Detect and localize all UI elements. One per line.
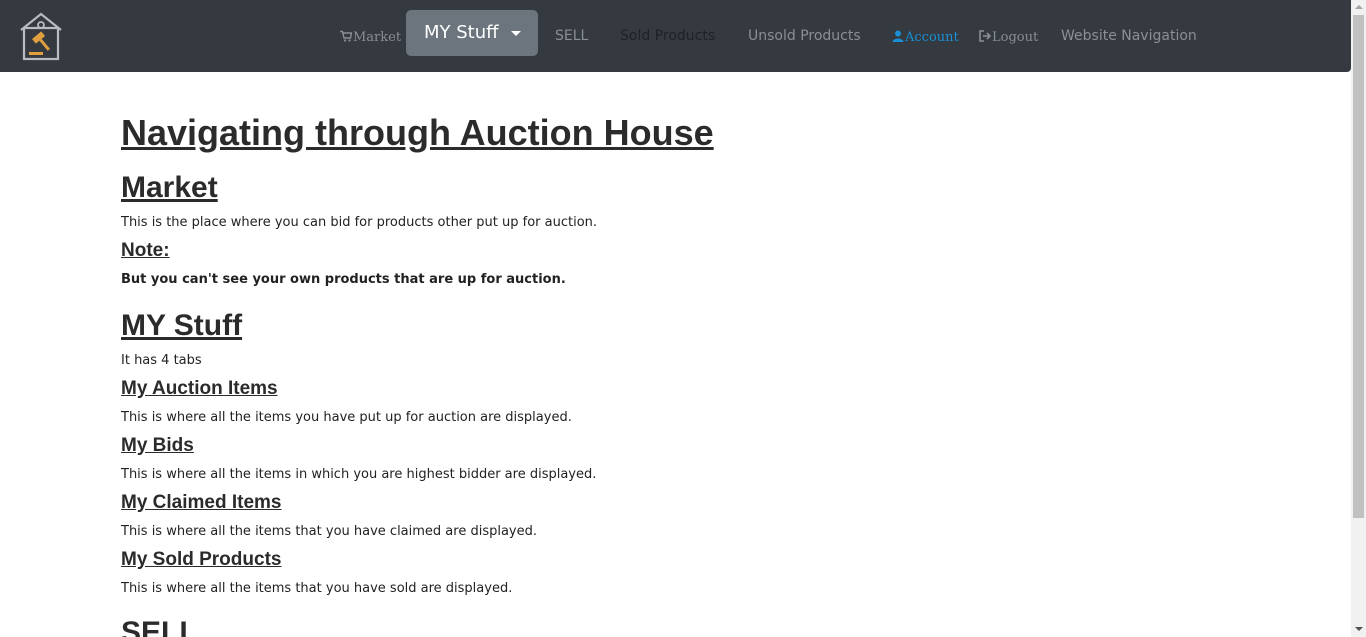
nav-website-navigation-link[interactable]: Website Navigation — [1061, 27, 1197, 45]
page-viewport: Market MY Stuff SELL Sold Products Unsol… — [0, 0, 1351, 637]
user-icon — [892, 30, 904, 42]
nav-account-label: Account — [905, 30, 959, 45]
caret-down-icon — [511, 31, 521, 36]
my-claimed-items-description: This is where all the items that you hav… — [121, 524, 537, 539]
note-text: But you can't see your own products that… — [121, 272, 566, 287]
nav-sold-products-link[interactable]: Sold Products — [620, 27, 715, 45]
nav-logout-link[interactable]: Logout — [979, 29, 1038, 47]
vertical-scrollbar[interactable] — [1351, 0, 1366, 637]
my-bids-heading: My Bids — [121, 435, 194, 456]
note-heading: Note: — [121, 240, 170, 261]
my-bids-description: This is where all the items in which you… — [121, 467, 597, 482]
top-navbar: Market MY Stuff SELL Sold Products Unsol… — [0, 0, 1351, 72]
market-description: This is the place where you can bid for … — [121, 215, 598, 230]
scroll-up-arrow-icon[interactable] — [1351, 0, 1366, 15]
scroll-down-arrow-icon[interactable] — [1351, 622, 1366, 637]
sell-heading: SELL — [121, 616, 198, 637]
nav-market-label: Market — [353, 30, 402, 45]
scrollbar-thumb[interactable] — [1353, 15, 1364, 518]
my-sold-products-description: This is where all the items that you hav… — [121, 581, 513, 596]
my-sold-products-heading: My Sold Products — [121, 549, 282, 570]
my-auction-items-description: This is where all the items you have put… — [121, 410, 572, 425]
market-heading: Market — [121, 171, 218, 204]
page-title: Navigating through Auction House — [121, 112, 714, 153]
nav-sell-link[interactable]: SELL — [555, 27, 588, 45]
nav-logout-label: Logout — [992, 30, 1039, 45]
nav-market-link[interactable]: Market — [340, 29, 401, 47]
logout-icon — [979, 30, 992, 42]
my-stuff-heading: MY Stuff — [121, 309, 243, 342]
my-stuff-description: It has 4 tabs — [121, 353, 202, 368]
my-claimed-items-heading: My Claimed Items — [121, 492, 282, 513]
my-stuff-dropdown-button[interactable]: MY Stuff — [406, 10, 538, 56]
nav-unsold-products-link[interactable]: Unsold Products — [748, 27, 861, 45]
cart-icon — [340, 30, 353, 42]
auction-house-logo-icon[interactable] — [17, 10, 65, 62]
nav-account-link[interactable]: Account — [892, 29, 959, 47]
my-auction-items-heading: My Auction Items — [121, 378, 278, 399]
my-stuff-label: MY Stuff — [424, 22, 499, 43]
